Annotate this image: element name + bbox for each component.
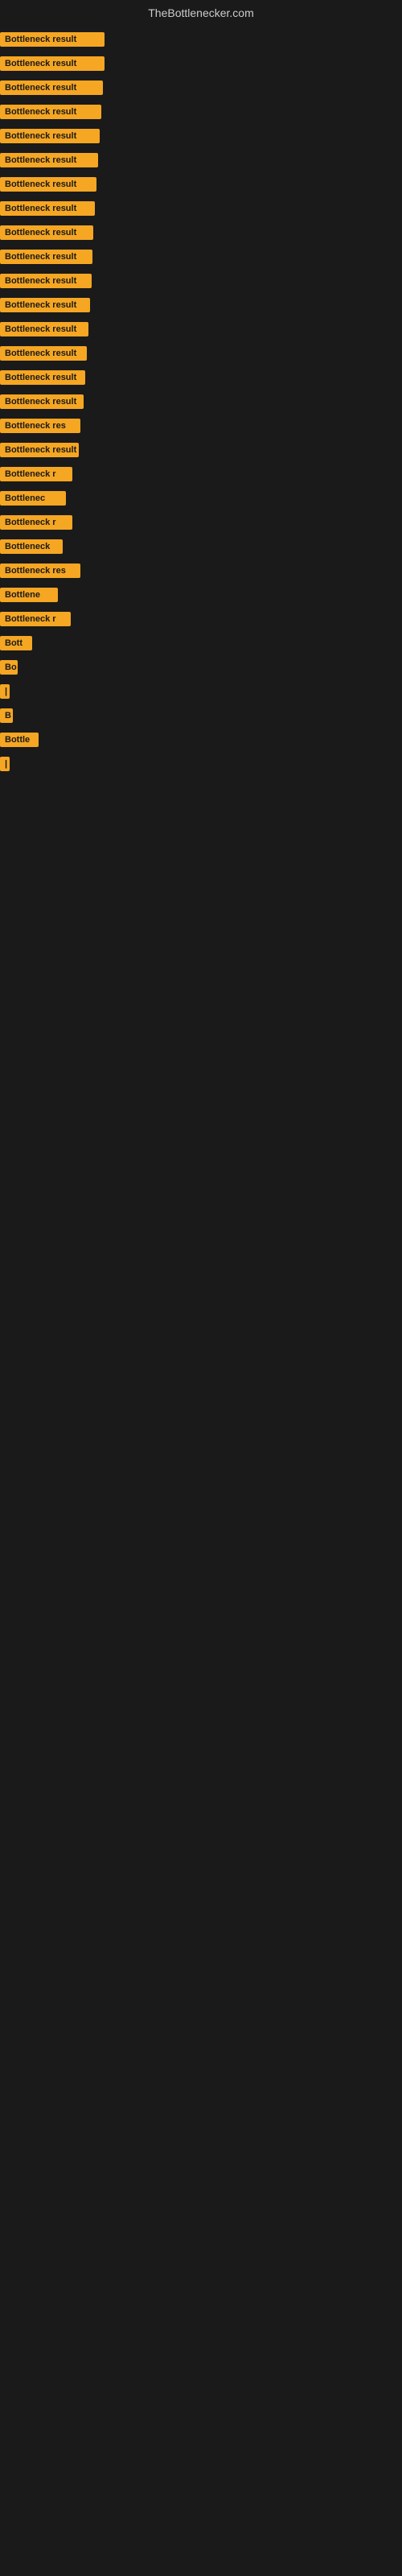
bottleneck-badge[interactable]: Bottleneck result [0, 322, 88, 336]
list-item: Bottleneck result [0, 175, 402, 193]
list-item: Bottlene [0, 586, 402, 604]
list-item: Bottleneck result [0, 79, 402, 97]
list-item: Bottleneck result [0, 296, 402, 314]
bottleneck-badge[interactable]: Bottlenec [0, 491, 66, 506]
bottleneck-badge[interactable]: Bottleneck r [0, 612, 71, 626]
list-item: Bott [0, 634, 402, 652]
bottleneck-badge[interactable]: Bottleneck result [0, 443, 79, 457]
bottleneck-badge[interactable]: Bottleneck result [0, 56, 105, 71]
list-item: Bo [0, 658, 402, 676]
bottleneck-badge[interactable]: Bottleneck result [0, 201, 95, 216]
site-title: TheBottlenecker.com [0, 0, 402, 24]
list-item: Bottleneck result [0, 320, 402, 338]
bottleneck-badge[interactable]: Bottleneck result [0, 225, 93, 240]
bottleneck-badge[interactable]: Bottleneck r [0, 515, 72, 530]
bottleneck-list: Bottleneck result Bottleneck result Bottle… [0, 24, 402, 779]
list-item: Bottleneck result [0, 31, 402, 48]
bottleneck-badge[interactable]: Bottleneck res [0, 419, 80, 433]
list-item: Bottleneck result [0, 248, 402, 266]
list-item: Bottleneck r [0, 465, 402, 483]
list-item: Bottleneck result [0, 127, 402, 145]
bottleneck-badge[interactable]: Bottlene [0, 588, 58, 602]
bottleneck-badge[interactable]: Bottleneck result [0, 105, 101, 119]
bottleneck-badge[interactable]: Bottleneck result [0, 274, 92, 288]
list-item: | [0, 683, 402, 700]
list-item: Bottleneck [0, 538, 402, 555]
bottleneck-badge[interactable]: Bottleneck r [0, 467, 72, 481]
bottleneck-badge[interactable]: Bo [0, 660, 18, 675]
bottleneck-badge[interactable]: Bottleneck result [0, 129, 100, 143]
list-item: Bottleneck result [0, 151, 402, 169]
list-item: Bottleneck result [0, 55, 402, 72]
list-item: Bottleneck result [0, 393, 402, 411]
list-item: B [0, 707, 402, 724]
bottleneck-badge[interactable]: | [0, 684, 10, 699]
list-item: Bottle [0, 731, 402, 749]
list-item: Bottlenec [0, 489, 402, 507]
bottleneck-badge[interactable]: Bott [0, 636, 32, 650]
list-item: Bottleneck result [0, 345, 402, 362]
list-item: Bottleneck res [0, 417, 402, 435]
bottleneck-badge[interactable]: Bottleneck result [0, 370, 85, 385]
list-item: Bottleneck result [0, 224, 402, 242]
bottleneck-badge[interactable]: Bottleneck result [0, 394, 84, 409]
list-item: | [0, 755, 402, 773]
site-header: TheBottlenecker.com [0, 0, 402, 24]
bottleneck-badge[interactable]: Bottleneck result [0, 32, 105, 47]
bottleneck-badge[interactable]: | [0, 757, 10, 771]
bottleneck-badge[interactable]: Bottleneck result [0, 250, 92, 264]
bottleneck-badge[interactable]: B [0, 708, 13, 723]
bottleneck-badge[interactable]: Bottleneck result [0, 298, 90, 312]
list-item: Bottleneck result [0, 200, 402, 217]
list-item: Bottleneck result [0, 369, 402, 386]
list-item: Bottleneck result [0, 103, 402, 121]
bottleneck-badge[interactable]: Bottleneck [0, 539, 63, 554]
bottleneck-badge[interactable]: Bottleneck result [0, 346, 87, 361]
list-item: Bottleneck res [0, 562, 402, 580]
bottleneck-badge[interactable]: Bottle [0, 733, 39, 747]
list-item: Bottleneck r [0, 610, 402, 628]
bottleneck-badge[interactable]: Bottleneck result [0, 80, 103, 95]
list-item: Bottleneck r [0, 514, 402, 531]
bottleneck-badge[interactable]: Bottleneck res [0, 564, 80, 578]
bottleneck-badge[interactable]: Bottleneck result [0, 153, 98, 167]
list-item: Bottleneck result [0, 272, 402, 290]
list-item: Bottleneck result [0, 441, 402, 459]
bottleneck-badge[interactable]: Bottleneck result [0, 177, 96, 192]
